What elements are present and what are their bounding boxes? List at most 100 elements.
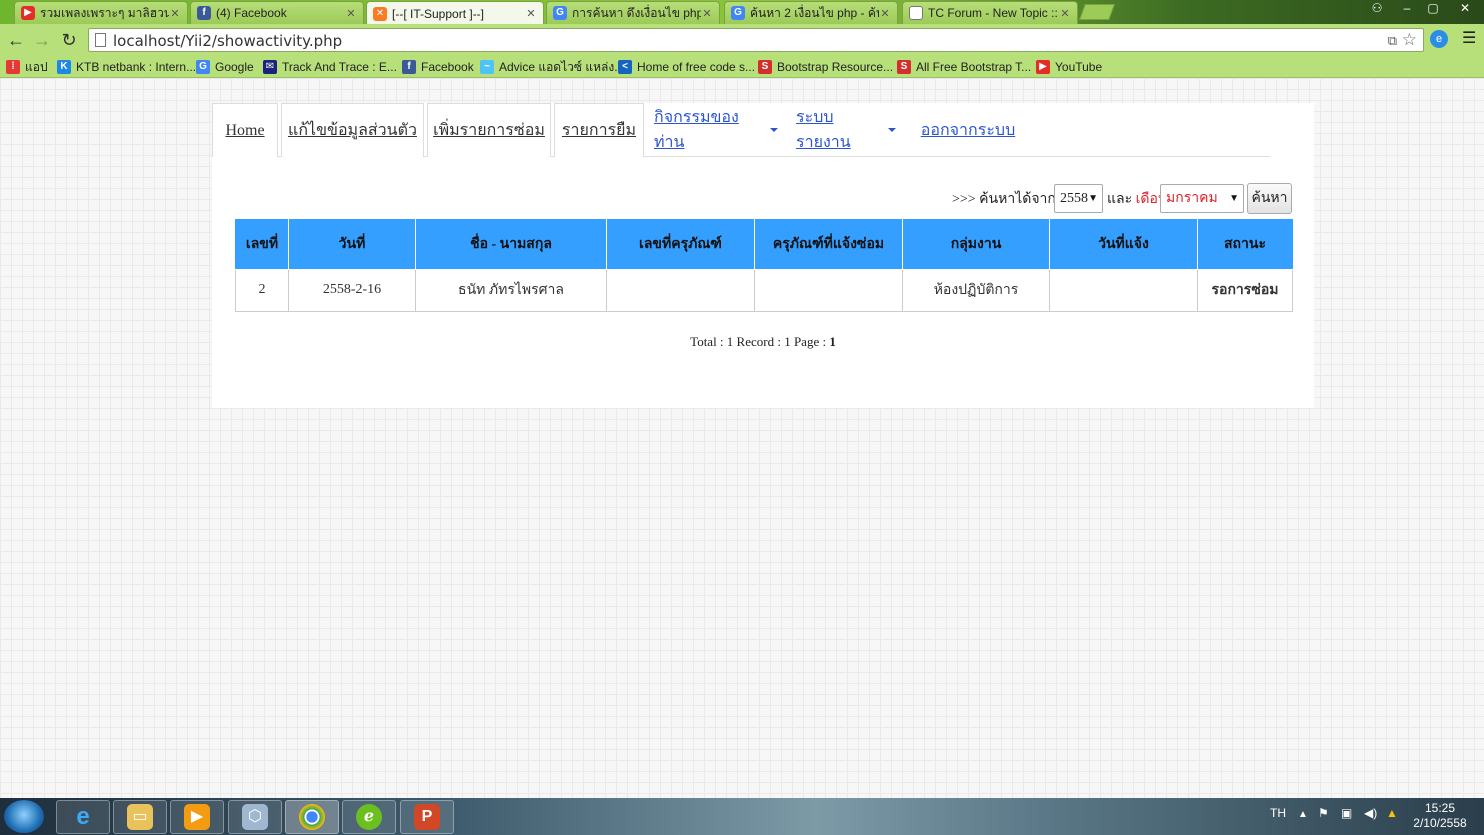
language-indicator[interactable]: TH [1270, 806, 1286, 820]
col-header-department[interactable]: กลุ่มงาน [902, 219, 1050, 270]
col-header-report-date[interactable]: วันที่แจ้ง [1049, 219, 1198, 270]
month-select[interactable]: มกราคม ▼ [1160, 184, 1244, 213]
tab-title: [--[ IT-Support ]--] [392, 6, 485, 21]
taskbar-media-player[interactable]: ▶ [170, 800, 224, 834]
tab-tc-forum[interactable]: TC Forum - New Topic :: ถาม ✕ [902, 1, 1078, 24]
nav-edit-profile[interactable]: แก้ไขข้อมูลส่วนตัว [281, 103, 424, 157]
bookmark-star-icon[interactable]: ☆ [1402, 30, 1417, 50]
nav-report-system-label: ระบบรายงาน [796, 109, 851, 151]
close-icon[interactable]: ✕ [525, 7, 537, 20]
bookmark-bootstrap-resource[interactable]: S Bootstrap Resource... [758, 58, 893, 76]
taskbar-virtualbox[interactable]: ⬡ [228, 800, 282, 834]
url-text[interactable]: localhost/Yii2/showactivity.php [113, 32, 342, 50]
windows-taskbar: e ▭ ▶ ⬡ ℯ P TH ▲ ⚑ ▣ ◀) ▲ 15:25 2/10/255… [0, 798, 1484, 835]
clock-date: 2/10/2558 [1413, 816, 1467, 830]
dreamweaver-icon: ℯ [356, 804, 382, 830]
facebook-icon: f [197, 6, 211, 20]
col-header-number[interactable]: เลขที่ [235, 219, 289, 270]
tab-title: รวมเพลงเพราะๆ มาลิฮวนน่า [40, 5, 169, 20]
taskbar-internet-explorer[interactable]: e [56, 800, 110, 834]
close-icon[interactable]: ✕ [169, 7, 181, 20]
tab-title: ค้นหา 2 เงื่อนไข php - ค้นหา [750, 5, 879, 20]
close-icon[interactable]: ✕ [1059, 7, 1071, 20]
page-background: Home แก้ไขข้อมูลส่วนตัว เพิ่มรายการซ่อม … [0, 78, 1484, 798]
bookmark-advice[interactable]: ~ Advice แอดไวซ์ แหล่ง... [480, 58, 624, 76]
bookmark-label: KTB netbank : Intern... [76, 60, 197, 74]
col-header-fullname[interactable]: ชื่อ - นามสกุล [415, 219, 607, 270]
taskbar-chrome[interactable] [285, 800, 339, 834]
translate-icon[interactable]: ⧉ [1388, 33, 1397, 49]
tab-it-support[interactable]: ✕ [--[ IT-Support ]--] ✕ [366, 1, 544, 25]
forward-icon[interactable]: → [30, 28, 54, 52]
tab-google-search-2[interactable]: G ค้นหา 2 เงื่อนไข php - ค้นหา ✕ [724, 1, 898, 24]
address-bar[interactable]: localhost/Yii2/showactivity.php ⧉ ☆ [88, 28, 1424, 52]
dropdown-arrow-icon: ▼ [1229, 193, 1239, 204]
bookmark-label: All Free Bootstrap T... [916, 60, 1032, 74]
media-player-icon: ▶ [184, 804, 210, 830]
back-icon[interactable]: ← [4, 28, 28, 52]
bookmark-facebook[interactable]: f Facebook [402, 58, 474, 76]
chrome-icon [299, 804, 325, 830]
start-button-icon[interactable] [4, 800, 44, 833]
close-icon[interactable]: ✕ [701, 7, 713, 20]
nav-report-system[interactable]: ระบบรายงาน [796, 103, 896, 157]
tab-youtube[interactable]: ▶ รวมเพลงเพราะๆ มาลิฮวนน่า ✕ [14, 1, 188, 24]
bookmark-ktb[interactable]: K KTB netbank : Intern... [57, 58, 196, 76]
bookmark-label: Google [215, 60, 254, 74]
cell-asset-repair [754, 268, 903, 312]
tab-title: การค้นหา ดึงเงื่อนไข php - ค้นหา [572, 5, 701, 20]
search-label: >>> ค้นหาได้จาก ปี [952, 184, 1068, 214]
virtualbox-icon: ⬡ [242, 804, 268, 830]
google-drive-icon[interactable]: ▲ [1386, 806, 1398, 820]
year-select[interactable]: 2558 ▼ [1054, 184, 1103, 213]
reload-icon[interactable]: ↻ [57, 28, 81, 52]
maximize-icon[interactable]: ▢ [1420, 0, 1446, 18]
new-tab-button[interactable] [1079, 4, 1115, 20]
col-header-asset-repair[interactable]: ครุภัณฑ์ที่แจ้งซ่อม [754, 219, 903, 270]
year-value: 2558 [1060, 191, 1088, 206]
and-text: และ [1107, 192, 1133, 207]
nav-your-activity[interactable]: กิจกรรมของท่าน [654, 103, 778, 157]
nav-borrow-list[interactable]: รายการยืม [554, 103, 644, 157]
advice-icon: ~ [480, 60, 494, 74]
taskbar-powerpoint[interactable]: P [400, 800, 454, 834]
cell-department: ห้องปฏิบัติการ [902, 268, 1050, 312]
show-hidden-icons-icon[interactable]: ▲ [1298, 809, 1308, 820]
bookmark-free-code[interactable]: < Home of free code s... [618, 58, 755, 76]
bookmark-google[interactable]: G Google [196, 58, 254, 76]
tab-google-search-1[interactable]: G การค้นหา ดึงเงื่อนไข php - ค้นหา ✕ [546, 1, 720, 24]
close-icon[interactable]: ✕ [879, 7, 891, 20]
col-header-asset-number[interactable]: เลขที่ครุภัณฑ์ [606, 219, 755, 270]
bookmark-apps[interactable]: ⁞ แอป [6, 58, 48, 76]
action-center-icon[interactable]: ⚑ [1318, 806, 1329, 820]
google-icon: G [196, 60, 210, 74]
close-window-icon[interactable]: ✕ [1448, 0, 1482, 18]
bookmark-youtube[interactable]: ▶ YouTube [1036, 58, 1102, 76]
nav-logout[interactable]: ออกจากระบบ [916, 103, 1020, 157]
search-button[interactable]: ค้นหา [1247, 183, 1292, 214]
clock-time: 15:25 [1424, 801, 1456, 815]
search-prefix: >>> ค้นหาได้จาก ปี [952, 192, 1069, 207]
col-header-status[interactable]: สถานะ [1197, 219, 1293, 270]
pager-current-page[interactable]: 1 [829, 334, 836, 349]
minimize-icon[interactable]: ‒ [1394, 0, 1420, 18]
bookmark-free-bootstrap[interactable]: S All Free Bootstrap T... [897, 58, 1031, 76]
extension-icon[interactable]: e [1430, 30, 1448, 48]
bootstrap-s-icon: S [758, 60, 772, 74]
taskbar-file-explorer[interactable]: ▭ [113, 800, 167, 834]
month-value: มกราคม [1166, 191, 1218, 206]
table-row[interactable]: 2 2558-2-16 ธนัท ภัทรไพรศาล ห้องปฏิบัติก… [235, 268, 1293, 312]
menu-icon[interactable]: ☰ [1462, 31, 1476, 47]
tab-title: (4) Facebook [216, 6, 287, 20]
col-header-date[interactable]: วันที่ [288, 219, 416, 270]
close-icon[interactable]: ✕ [345, 7, 357, 20]
network-icon[interactable]: ▣ [1341, 806, 1352, 820]
system-clock[interactable]: 15:25 2/10/2558 [1410, 801, 1470, 831]
profile-icon[interactable]: ⚇ [1364, 0, 1390, 18]
tab-facebook[interactable]: f (4) Facebook ✕ [190, 1, 364, 24]
bookmark-track-and-trace[interactable]: ✉ Track And Trace : E... [263, 58, 397, 76]
nav-add-repair[interactable]: เพิ่มรายการซ่อม [427, 103, 551, 157]
volume-icon[interactable]: ◀) [1364, 806, 1377, 820]
taskbar-dreamweaver[interactable]: ℯ [342, 800, 396, 834]
nav-home[interactable]: Home [212, 103, 278, 157]
